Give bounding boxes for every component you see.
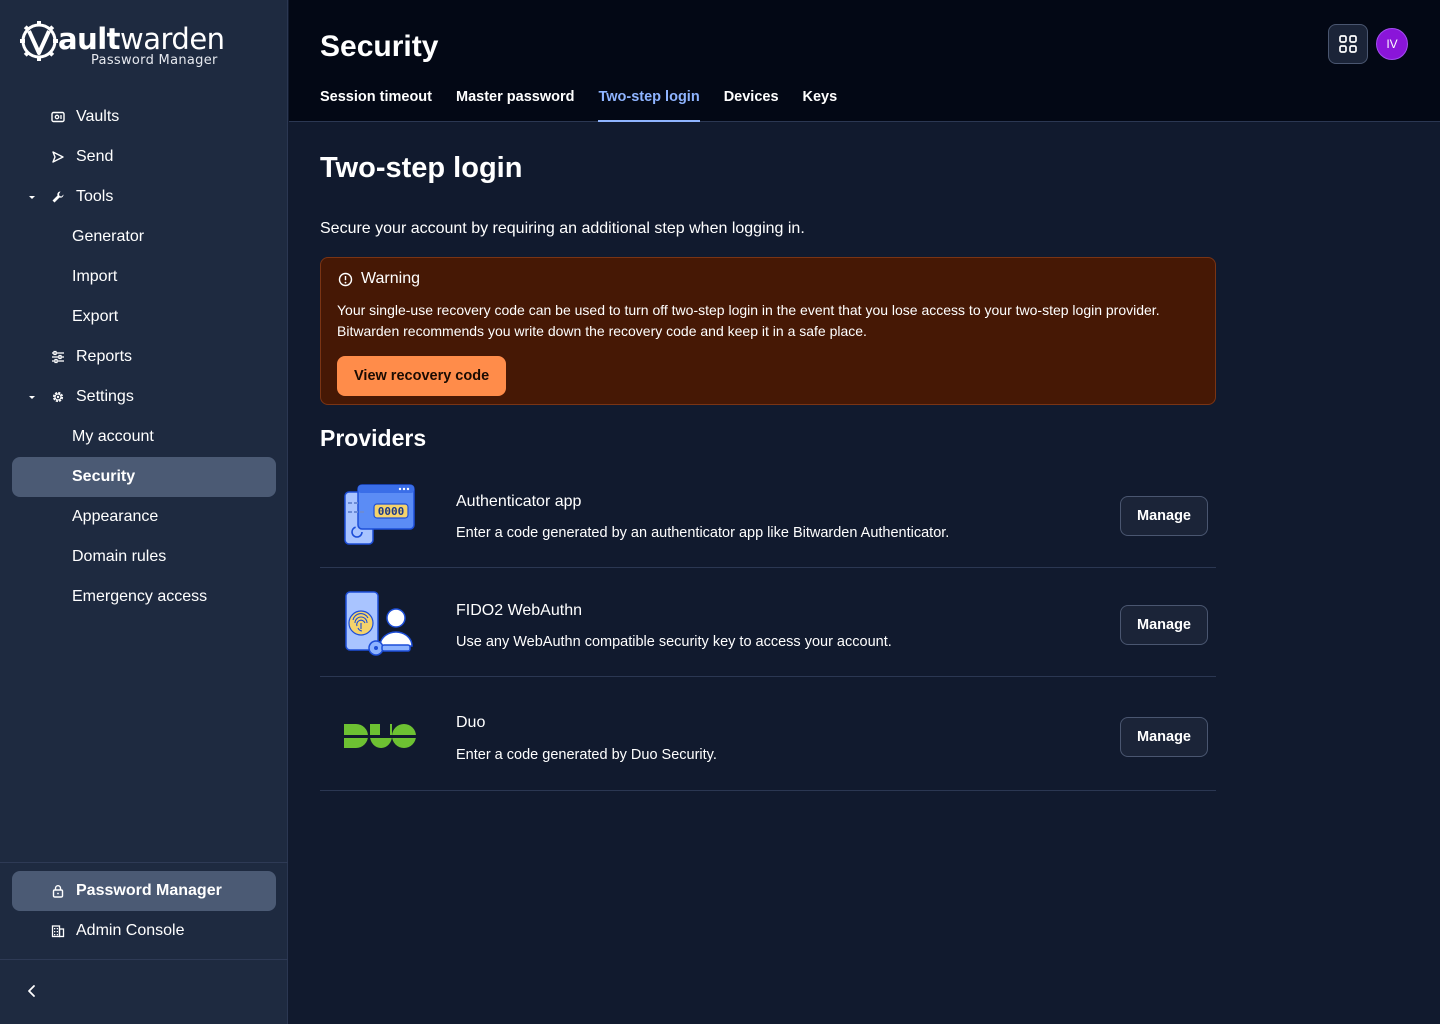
product-label: Admin Console bbox=[76, 922, 185, 939]
sidebar-item-label: Security bbox=[72, 468, 136, 485]
section-title: Two-step login bbox=[320, 152, 523, 184]
sidebar-item-export[interactable]: Export bbox=[12, 297, 276, 337]
collapse-sidebar-chevron-left-icon[interactable] bbox=[22, 981, 42, 1001]
sidebar-item-generator[interactable]: Generator bbox=[12, 217, 276, 257]
manage-authenticator-button[interactable]: Manage bbox=[1120, 496, 1208, 536]
sidebar-item-label: Import bbox=[72, 268, 118, 285]
tab-bar: Session timeout Master password Two-step… bbox=[320, 89, 861, 122]
sliders-icon bbox=[52, 350, 64, 364]
sidebar-item-tools[interactable]: Tools bbox=[12, 177, 276, 217]
warning-circle-icon bbox=[338, 272, 353, 287]
sidebar-item-label: Settings bbox=[76, 388, 134, 405]
sidebar-item-emergency-access[interactable]: Emergency access bbox=[12, 577, 276, 617]
sidebar-item-settings[interactable]: Settings bbox=[12, 377, 276, 417]
duo-logo-icon bbox=[344, 724, 416, 748]
sidebar-item-appearance[interactable]: Appearance bbox=[12, 497, 276, 537]
send-icon bbox=[52, 151, 64, 163]
logo-word-thin: warden bbox=[120, 22, 225, 56]
caret-down-icon[interactable] bbox=[26, 191, 38, 203]
sidebar-item-label: Reports bbox=[76, 348, 133, 365]
sidebar-item-label: Vaults bbox=[76, 108, 120, 125]
provider-name: FIDO2 WebAuthn bbox=[456, 602, 582, 619]
sidebar-item-my-account[interactable]: My account bbox=[12, 417, 276, 457]
provider-name: Duo bbox=[456, 714, 486, 731]
building-icon bbox=[51, 925, 65, 938]
gear-icon bbox=[52, 391, 64, 403]
logo-wordmark: aultwarden bbox=[58, 22, 225, 56]
warning-callout: Warning Your single-use recovery code ca… bbox=[320, 257, 1216, 405]
sidebar-item-vaults[interactable]: Vaults bbox=[12, 97, 276, 137]
view-recovery-code-button[interactable]: View recovery code bbox=[337, 356, 507, 396]
provider-description: Enter a code generated by an authenticat… bbox=[456, 525, 950, 541]
providers-title: Providers bbox=[320, 425, 427, 451]
provider-fido2-webauthn: FIDO2 WebAuthn Use any WebAuthn compatib… bbox=[320, 568, 1216, 677]
warning-body: Your single-use recovery code can be use… bbox=[337, 302, 1160, 339]
sidebar-item-label: Emergency access bbox=[72, 588, 208, 605]
vault-icon bbox=[51, 111, 65, 123]
sidebar-item-label: Generator bbox=[72, 228, 145, 245]
product-switcher-button[interactable] bbox=[1328, 24, 1368, 64]
provider-name: Authenticator app bbox=[456, 493, 582, 510]
sidebar-item-label: Appearance bbox=[72, 508, 159, 525]
provider-description: Enter a code generated by Duo Security. bbox=[456, 747, 717, 763]
vaultwarden-logo[interactable]: aultwarden Password Manager bbox=[20, 20, 240, 70]
sidebar: aultwarden Password Manager Vaults Send … bbox=[0, 0, 288, 1024]
lock-icon bbox=[52, 885, 64, 898]
sidebar-item-import[interactable]: Import bbox=[12, 257, 276, 297]
manage-duo-button[interactable]: Manage bbox=[1120, 717, 1208, 757]
caret-down-icon[interactable] bbox=[26, 391, 38, 403]
vaultwarden-gear-logo-icon bbox=[20, 21, 58, 61]
authenticator-app-icon: 0000 bbox=[344, 484, 415, 545]
sidebar-item-reports[interactable]: Reports bbox=[12, 337, 276, 377]
sidebar-item-security[interactable]: Security bbox=[12, 457, 276, 497]
tab-two-step-login[interactable]: Two-step login bbox=[598, 89, 700, 122]
sidebar-item-label: Export bbox=[72, 308, 119, 325]
provider-duo: Duo Enter a code generated by Duo Securi… bbox=[320, 677, 1216, 791]
grid-icon bbox=[1339, 35, 1357, 53]
sidebar-item-domain-rules[interactable]: Domain rules bbox=[12, 537, 276, 577]
sidebar-item-send[interactable]: Send bbox=[12, 137, 276, 177]
avatar[interactable]: IV bbox=[1376, 28, 1408, 60]
logo-word-bold: ault bbox=[58, 22, 121, 56]
tab-keys[interactable]: Keys bbox=[803, 89, 838, 122]
sidebar-divider bbox=[0, 959, 288, 960]
tab-session-timeout[interactable]: Session timeout bbox=[320, 89, 432, 122]
sidebar-divider bbox=[0, 862, 288, 863]
product-switch-admin-console[interactable]: Admin Console bbox=[12, 911, 276, 951]
section-description: Secure your account by requiring an addi… bbox=[320, 220, 805, 237]
provider-authenticator-app: 0000 Authenticator app Enter a code gene… bbox=[320, 462, 1216, 568]
warning-title: Warning bbox=[361, 270, 420, 287]
sidebar-item-label: My account bbox=[72, 428, 154, 445]
provider-description: Use any WebAuthn compatible security key… bbox=[456, 634, 892, 650]
page-header: Security Session timeout Master password… bbox=[289, 0, 1440, 122]
wrench-icon bbox=[52, 191, 64, 203]
product-switch-password-manager[interactable]: Password Manager bbox=[12, 871, 276, 911]
authenticator-code: 0000 bbox=[378, 505, 405, 518]
sidebar-item-label: Tools bbox=[76, 188, 114, 205]
sidebar-item-label: Send bbox=[76, 148, 114, 165]
tab-devices[interactable]: Devices bbox=[724, 89, 779, 122]
tab-master-password[interactable]: Master password bbox=[456, 89, 574, 122]
fido2-fingerprint-key-icon bbox=[345, 591, 413, 656]
product-label: Password Manager bbox=[76, 882, 222, 899]
logo-subtitle: Password Manager bbox=[91, 53, 218, 68]
manage-fido2-button[interactable]: Manage bbox=[1120, 605, 1208, 645]
page-title: Security bbox=[320, 30, 439, 63]
sidebar-item-label: Domain rules bbox=[72, 548, 167, 565]
